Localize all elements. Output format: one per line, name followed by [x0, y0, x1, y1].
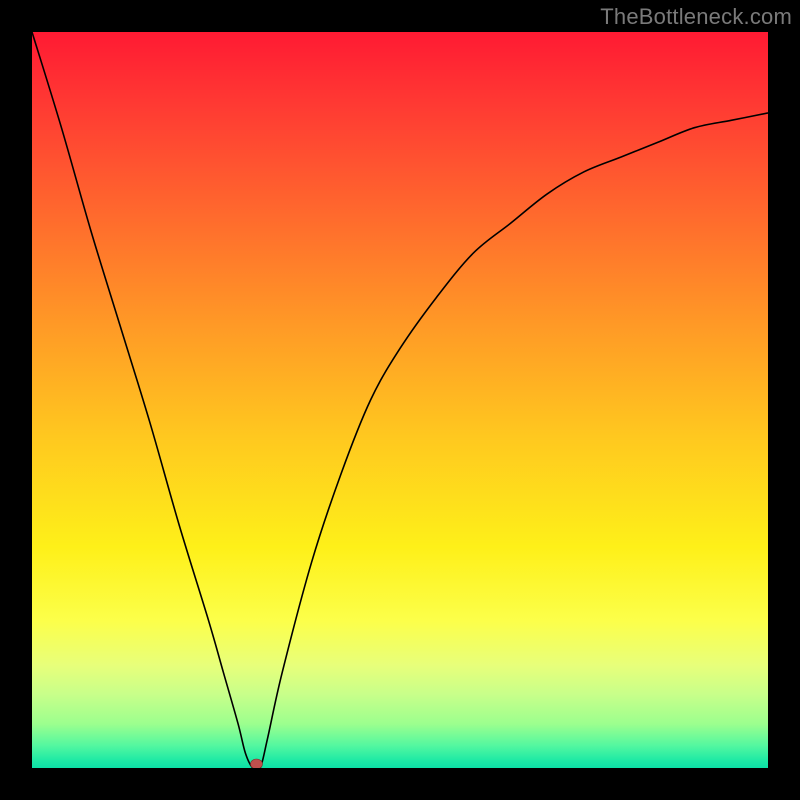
- curve-layer: [32, 32, 768, 768]
- chart-frame: TheBottleneck.com: [0, 0, 800, 800]
- watermark-text: TheBottleneck.com: [600, 4, 792, 30]
- plot-area: [32, 32, 768, 768]
- minimum-marker: [250, 759, 262, 768]
- bottleneck-curve: [32, 32, 768, 768]
